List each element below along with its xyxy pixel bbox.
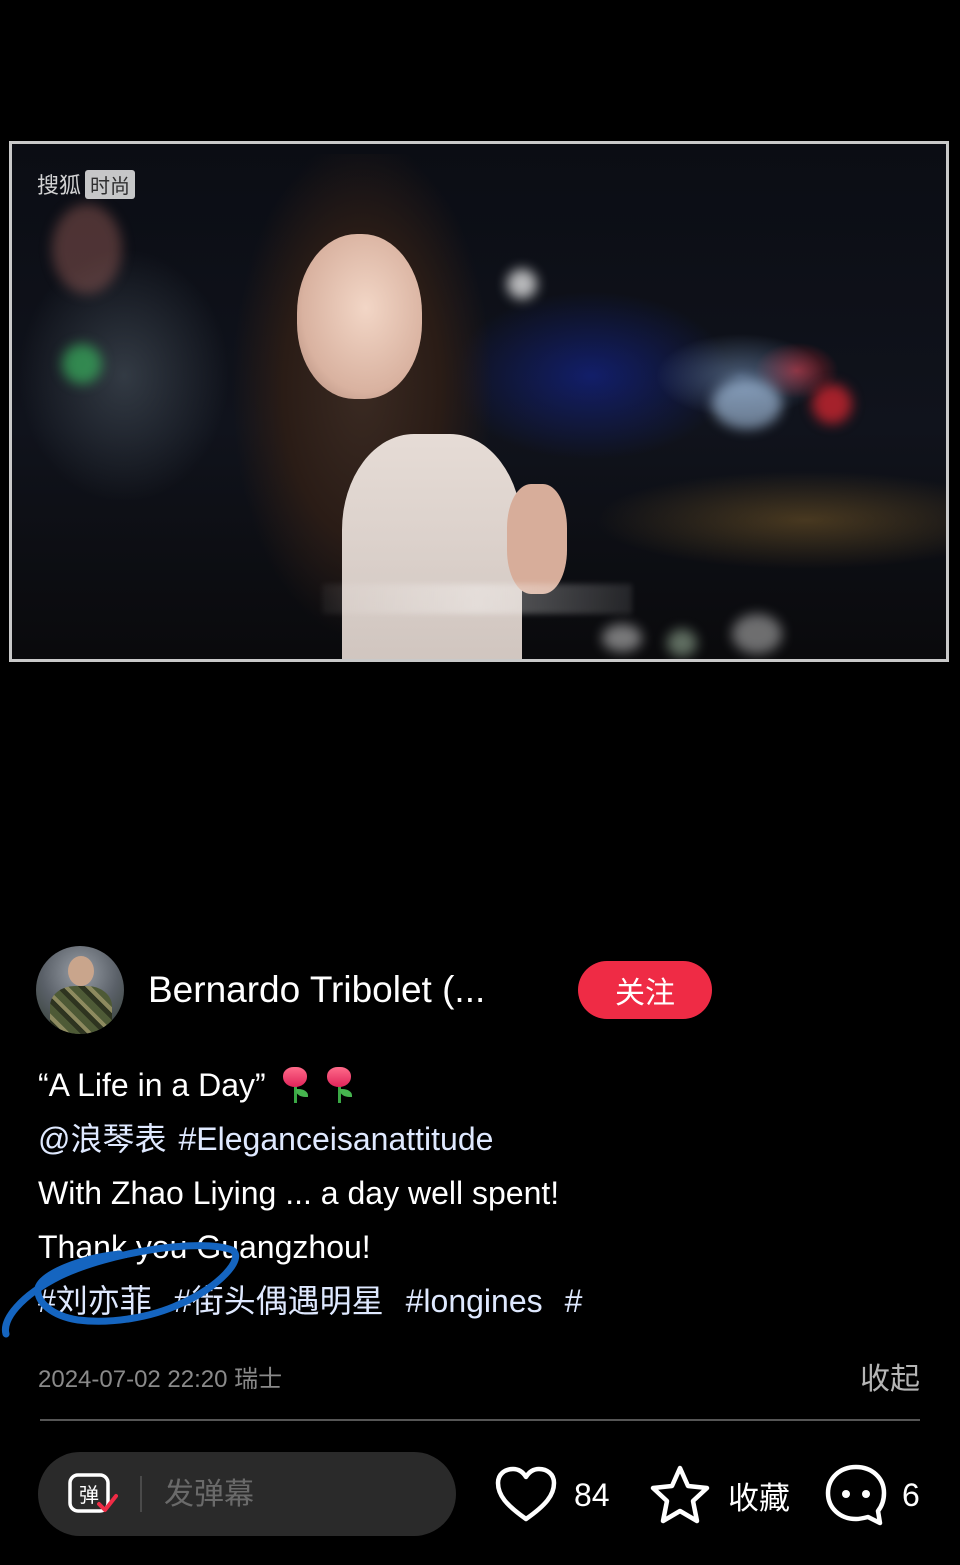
hashtag-link[interactable]: #刘亦菲	[38, 1274, 152, 1328]
follow-button[interactable]: 关注	[578, 961, 712, 1019]
hashtag-link[interactable]: #街头偶遇明星	[174, 1274, 384, 1328]
collapse-button[interactable]: 收起	[860, 1354, 920, 1398]
post-caption: “A Life in a Day” @浪琴表 #Eleganceisanatti…	[38, 1058, 918, 1328]
tulip-emoji	[324, 1067, 354, 1103]
caption-hashtags: #刘亦菲 #街头偶遇明星 #longines #	[38, 1274, 918, 1328]
watermark-tag: 时尚	[85, 169, 136, 199]
caption-line-1: “A Life in a Day”	[38, 1058, 918, 1112]
mention-link[interactable]: @浪琴表	[38, 1112, 167, 1166]
danmu-bar[interactable]: 弹	[38, 1452, 456, 1536]
comment-bubble-icon	[825, 1464, 887, 1526]
divider	[40, 1419, 920, 1421]
favorite-label: 收藏	[728, 1480, 790, 1516]
author-name[interactable]: Bernardo Tribolet (...	[148, 969, 548, 1011]
comment-count: 6	[902, 1476, 920, 1513]
video-person-hand	[507, 484, 567, 594]
hashtag-link[interactable]: #	[565, 1274, 583, 1328]
video-watermark: 搜狐 时尚	[37, 168, 136, 200]
avatar[interactable]	[36, 946, 124, 1034]
video-subtitle-blur	[322, 584, 632, 614]
caption-line-2: @浪琴表 #Eleganceisanattitude	[38, 1112, 918, 1166]
heart-icon	[495, 1466, 557, 1522]
video-player[interactable]: 搜狐 时尚	[9, 141, 949, 662]
caption-line-4: Thank you Guangzhou!	[38, 1229, 371, 1265]
author-row: Bernardo Tribolet (... 关注	[36, 946, 926, 1034]
danmu-input[interactable]	[162, 1475, 386, 1513]
post-meta: 2024-07-02 22:20 瑞士 收起	[38, 1350, 920, 1402]
danmu-icon[interactable]: 弹	[68, 1472, 118, 1516]
video-person-body	[342, 434, 522, 659]
video-person-face	[297, 234, 422, 399]
like-count: 84	[574, 1476, 610, 1513]
caption-title: “A Life in a Day”	[38, 1067, 266, 1103]
post-timestamp: 2024-07-02 22:20 瑞士	[38, 1365, 283, 1393]
danmu-separator	[140, 1476, 142, 1512]
danmu-icon-glyph: 弹	[79, 1483, 99, 1507]
hashtag-link[interactable]: #longines	[406, 1274, 543, 1328]
tulip-emoji	[280, 1067, 310, 1103]
favorite-button[interactable]: 收藏	[648, 1460, 790, 1530]
hashtag-link[interactable]: #Eleganceisanattitude	[179, 1112, 494, 1166]
comment-button[interactable]: 6	[824, 1460, 920, 1530]
watermark-brand: 搜狐	[37, 174, 82, 199]
star-icon	[650, 1465, 710, 1524]
like-button[interactable]: 84	[494, 1460, 610, 1530]
caption-line-3: With Zhao Liying ... a day well spent!	[38, 1175, 560, 1211]
